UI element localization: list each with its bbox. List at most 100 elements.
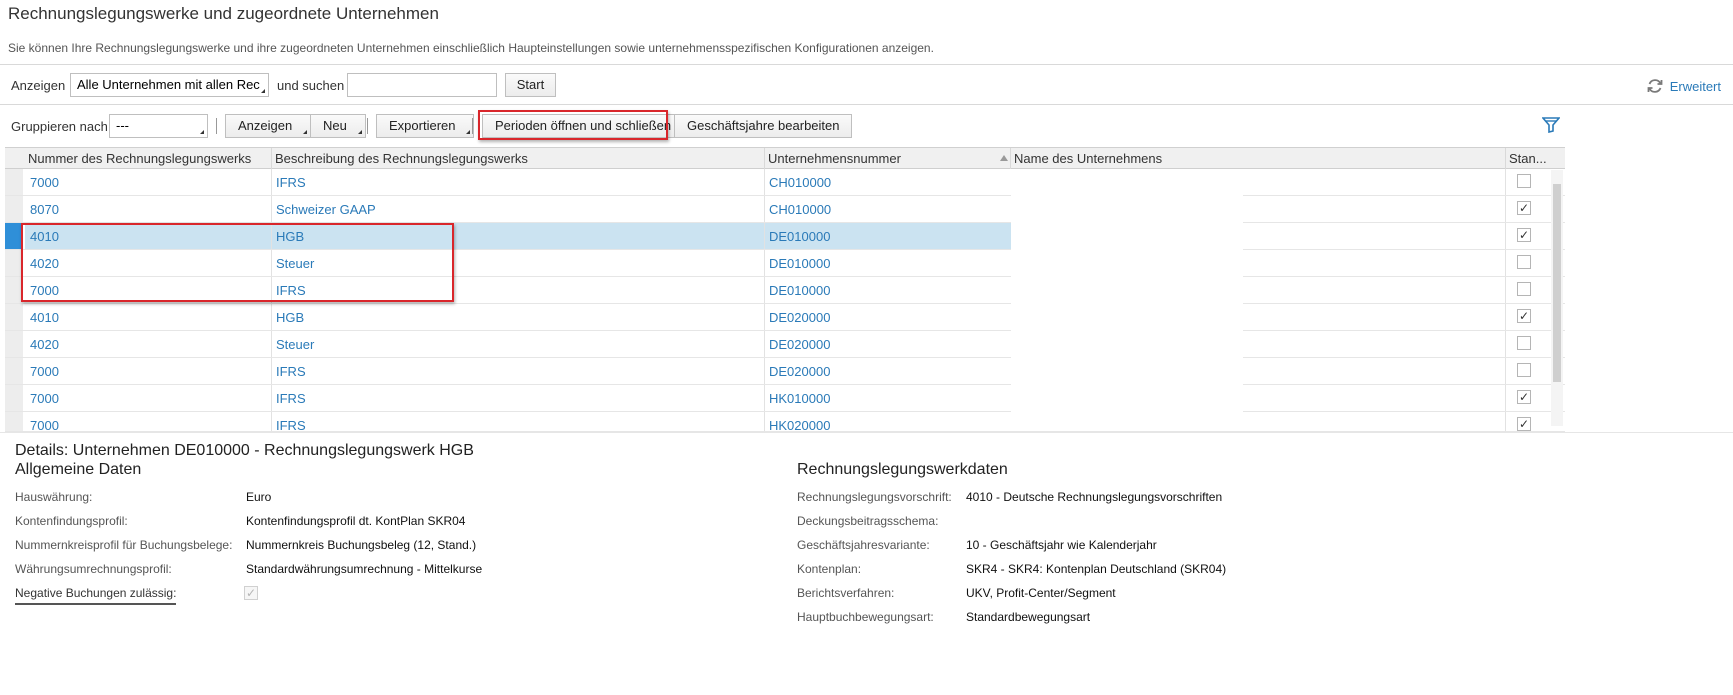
ledger-number-link[interactable]: 8070 — [30, 202, 59, 217]
highlight-box — [478, 110, 668, 140]
company-name-cell — [1011, 277, 1243, 304]
ledger-description-link[interactable]: Steuer — [276, 337, 314, 352]
field-value: UKV, Profit-Center/Segment — [966, 586, 1116, 600]
cell-separator — [764, 196, 765, 222]
row-selector[interactable] — [5, 169, 23, 195]
field-value: Standardbewegungsart — [966, 610, 1091, 624]
cell-separator — [764, 412, 765, 431]
chevron-down-icon — [466, 130, 471, 134]
company-number-link[interactable]: CH010000 — [769, 175, 831, 190]
table-row[interactable]: 4020 Steuer DE020000 — [5, 331, 1565, 358]
cell-separator — [764, 331, 765, 357]
vertical-scrollbar[interactable] — [1551, 170, 1563, 426]
company-number-link[interactable]: DE020000 — [769, 364, 830, 379]
start-button[interactable]: Start — [505, 73, 556, 97]
column-header-ledger-description[interactable]: Beschreibung des Rechnungslegungswerks — [275, 151, 528, 166]
checkmark-icon: ✓ — [1518, 390, 1530, 404]
table-row[interactable]: 7000 IFRS HK010000 ✓ — [5, 385, 1565, 412]
table-row[interactable]: 8070 Schweizer GAAP CH010000 ✓ — [5, 196, 1565, 223]
show-select-value: Alle Unternehmen mit allen Rec — [77, 77, 260, 92]
group-by-select[interactable]: --- — [109, 114, 208, 138]
ledger-data-heading: Rechnungslegungswerkdaten — [797, 461, 1008, 478]
field-label: Deckungsbeitragsschema: — [797, 514, 939, 528]
ledger-number-link[interactable]: 4010 — [30, 310, 59, 325]
standard-checkbox[interactable]: ✓ — [1517, 390, 1531, 404]
row-selector[interactable] — [5, 412, 23, 431]
company-number-link[interactable]: CH010000 — [769, 202, 831, 217]
standard-checkbox[interactable]: ✓ — [1517, 309, 1531, 323]
ledger-number-link[interactable]: 4020 — [30, 337, 59, 352]
standard-checkbox[interactable]: ✓ — [1517, 228, 1531, 242]
company-name-cell — [1011, 304, 1243, 331]
column-separator — [271, 148, 272, 169]
row-selector[interactable] — [5, 196, 23, 222]
ledger-number-link[interactable]: 7000 — [30, 364, 59, 379]
export-menu-label: Exportieren — [389, 118, 456, 133]
standard-checkbox[interactable] — [1517, 336, 1531, 350]
field-value: 4010 - Deutsche Rechnungslegungsvorschri… — [966, 490, 1223, 504]
ledger-number-link[interactable]: 7000 — [30, 418, 59, 431]
show-menu-button[interactable]: Anzeigen — [225, 114, 312, 138]
chevron-down-icon — [200, 130, 204, 134]
row-selector[interactable] — [5, 385, 23, 411]
table-row[interactable]: 7000 IFRS DE020000 — [5, 358, 1565, 385]
ledger-description-link[interactable]: Schweizer GAAP — [276, 202, 376, 217]
edit-fiscal-years-button[interactable]: Geschäftsjahre bearbeiten — [674, 114, 853, 138]
standard-checkbox[interactable] — [1517, 282, 1531, 296]
company-name-cell — [1011, 169, 1243, 196]
field-label: Kontenfindungsprofil: — [15, 514, 128, 528]
search-input[interactable] — [347, 73, 497, 97]
standard-checkbox[interactable]: ✓ — [1517, 417, 1531, 431]
company-number-link[interactable]: HK010000 — [769, 391, 830, 406]
export-menu-button[interactable]: Exportieren — [376, 114, 475, 138]
advanced-link[interactable]: Erweitert — [1646, 77, 1721, 95]
standard-checkbox[interactable] — [1517, 174, 1531, 188]
new-menu-button[interactable]: Neu — [310, 114, 366, 138]
ledger-description-link[interactable]: IFRS — [276, 175, 306, 190]
row-selector[interactable] — [5, 304, 23, 330]
table-row[interactable]: 4010 HGB DE020000 ✓ — [5, 304, 1565, 331]
company-number-link[interactable]: DE010000 — [769, 283, 830, 298]
divider — [0, 64, 1733, 65]
field-label: Hauswährung: — [15, 490, 93, 504]
field-label: Nummernkreisprofil für Buchungsbelege: — [15, 538, 233, 552]
ledger-description-link[interactable]: IFRS — [276, 418, 306, 431]
show-select[interactable]: Alle Unternehmen mit allen Rec — [70, 73, 269, 97]
toolbar-separator — [367, 118, 368, 134]
ledger-description-link[interactable]: HGB — [276, 310, 304, 325]
ledger-number-link[interactable]: 7000 — [30, 391, 59, 406]
ledger-number-link[interactable]: 7000 — [30, 175, 59, 190]
company-number-link[interactable]: HK020000 — [769, 418, 830, 431]
ledger-description-link[interactable]: IFRS — [276, 364, 306, 379]
standard-checkbox[interactable]: ✓ — [1517, 201, 1531, 215]
field-label: Rechnungslegungsvorschrift: — [797, 490, 952, 504]
cell-separator — [1505, 277, 1506, 303]
standard-checkbox[interactable] — [1517, 363, 1531, 377]
toolbar-separator — [472, 118, 473, 134]
cell-separator — [764, 277, 765, 303]
company-number-link[interactable]: DE020000 — [769, 310, 830, 325]
group-by-value: --- — [116, 118, 129, 133]
company-number-link[interactable]: DE010000 — [769, 229, 830, 244]
company-number-link[interactable]: DE010000 — [769, 256, 830, 271]
chevron-down-icon — [261, 89, 265, 93]
column-header-company-number[interactable]: Unternehmensnummer — [768, 151, 901, 166]
cell-separator — [1505, 358, 1506, 384]
filter-icon[interactable] — [1542, 117, 1560, 133]
column-header-ledger-number[interactable]: Nummer des Rechnungslegungswerks — [28, 151, 251, 166]
column-header-standard[interactable]: Stan... — [1509, 151, 1547, 166]
cell-separator — [764, 169, 765, 195]
standard-checkbox[interactable] — [1517, 255, 1531, 269]
row-selector[interactable] — [5, 358, 23, 384]
table-row[interactable]: 7000 IFRS HK020000 ✓ — [5, 412, 1565, 432]
column-header-company-name[interactable]: Name des Unternehmens — [1014, 151, 1162, 166]
company-number-link[interactable]: DE020000 — [769, 337, 830, 352]
table-row[interactable]: 7000 IFRS CH010000 — [5, 169, 1565, 196]
scrollbar-thumb[interactable] — [1553, 184, 1561, 382]
general-data-heading: Allgemeine Daten — [15, 461, 142, 478]
and-search-label: und suchen — [277, 78, 345, 93]
checkmark-icon: ✓ — [1518, 228, 1530, 242]
ledger-description-link[interactable]: IFRS — [276, 391, 306, 406]
checkmark-icon: ✓ — [1518, 309, 1530, 323]
row-selector[interactable] — [5, 331, 23, 357]
